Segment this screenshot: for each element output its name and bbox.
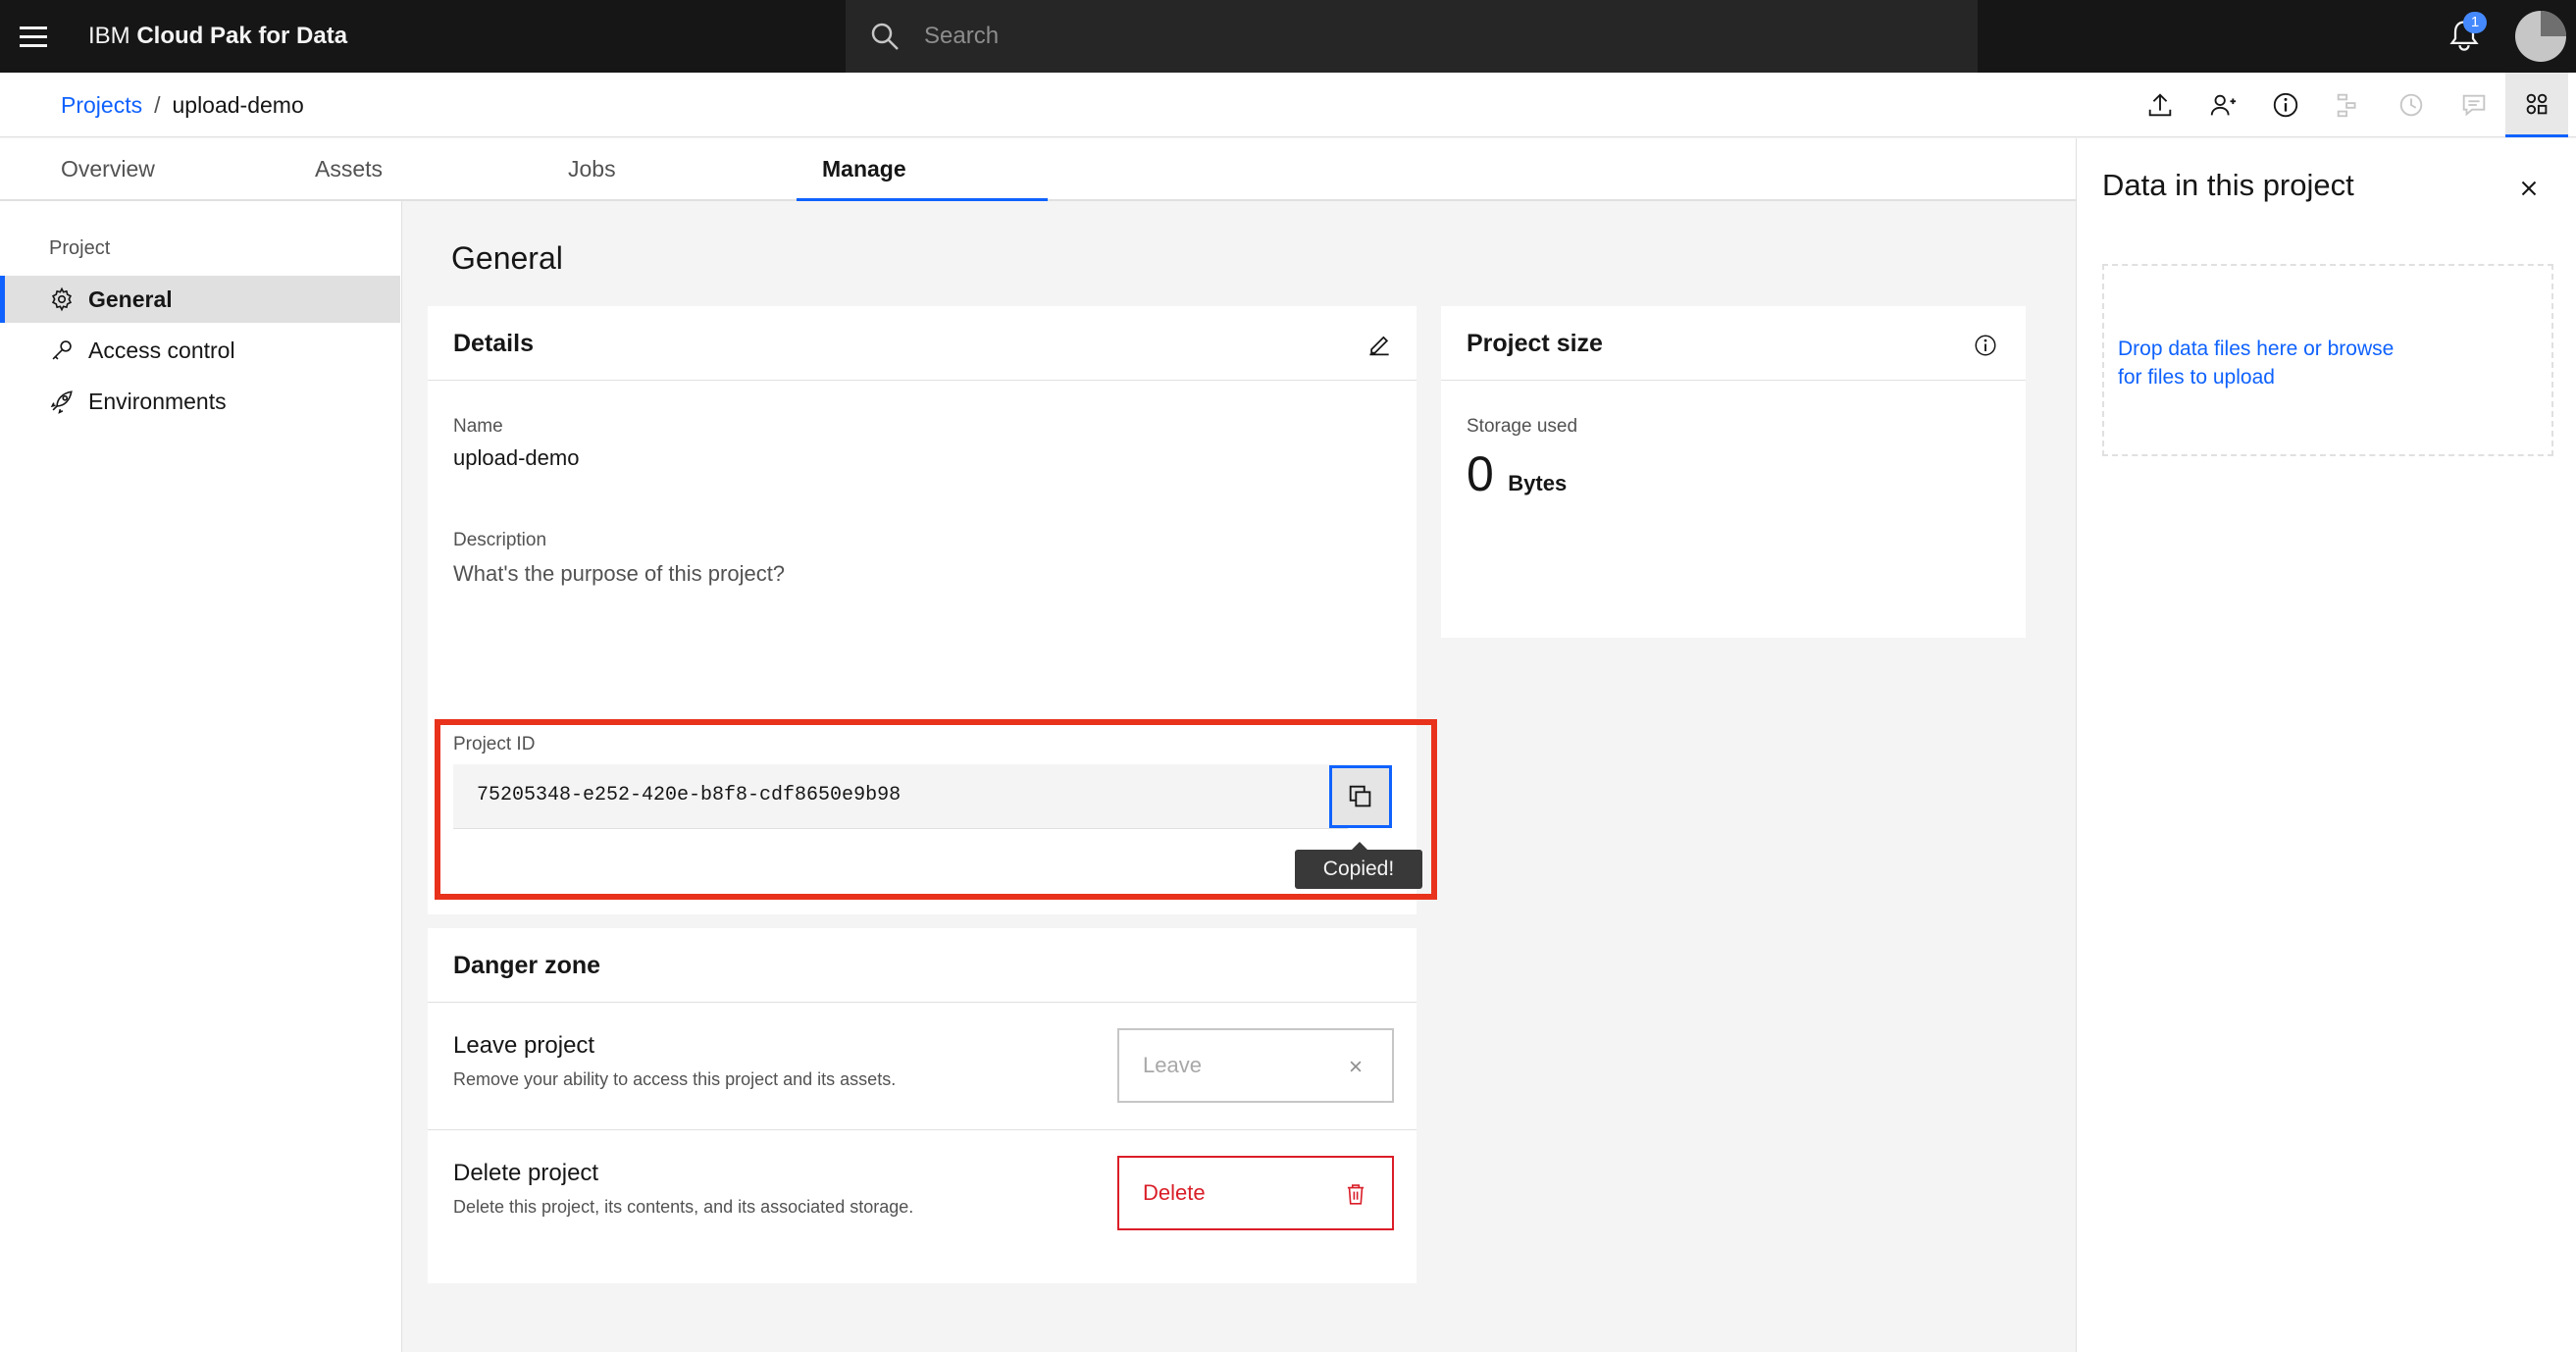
flow-icon[interactable] bbox=[2317, 73, 2380, 137]
panel-title: Data in this project bbox=[2102, 168, 2354, 202]
name-label: Name bbox=[453, 416, 503, 437]
sidebar-item-label: General bbox=[88, 286, 173, 312]
breadcrumb: Projects / upload-demo bbox=[61, 90, 304, 120]
user-avatar[interactable] bbox=[2515, 11, 2566, 62]
gear-icon bbox=[51, 286, 73, 312]
search-input[interactable] bbox=[924, 0, 1944, 73]
project-size-card-header: Project size bbox=[1441, 306, 2026, 381]
danger-zone-card: Danger zone Leave project Remove your ab… bbox=[428, 928, 1417, 1283]
tab-jobs[interactable]: Jobs bbox=[568, 138, 616, 201]
delete-project-title: Delete project bbox=[453, 1160, 599, 1186]
delete-button-label: Delete bbox=[1143, 1180, 1206, 1205]
key-icon bbox=[52, 340, 72, 360]
leave-project-description: Remove your ability to access this proje… bbox=[453, 1069, 897, 1089]
project-toolbar bbox=[2129, 73, 2568, 137]
history-icon[interactable] bbox=[2380, 73, 2443, 137]
close-icon[interactable] bbox=[2516, 176, 2542, 201]
storage-used-unit: Bytes bbox=[1508, 471, 1568, 495]
project-id-value[interactable]: 75205348-e252-420e-b8f8-cdf8650e9b98 bbox=[477, 784, 901, 806]
search-bar[interactable] bbox=[846, 0, 1978, 73]
sidebar-item-general[interactable]: General bbox=[0, 276, 400, 323]
hamburger-menu-icon[interactable] bbox=[20, 20, 53, 53]
breadcrumb-projects-link[interactable]: Projects bbox=[61, 92, 142, 118]
top-header: IBM Cloud Pak for Data 1 bbox=[0, 0, 2576, 73]
notification-badge: 1 bbox=[2463, 12, 2487, 33]
project-size-card: Project size Storage used 0 Bytes bbox=[1441, 306, 2026, 638]
comment-icon[interactable] bbox=[2443, 73, 2505, 137]
sidebar-item-environments[interactable]: Environments bbox=[0, 378, 400, 425]
delete-project-row: Delete project Delete this project, its … bbox=[428, 1130, 1417, 1258]
edit-pencil-icon[interactable] bbox=[1365, 330, 1393, 357]
add-collaborator-icon[interactable] bbox=[2191, 73, 2254, 137]
breadcrumb-current: upload-demo bbox=[172, 92, 304, 118]
tab-assets[interactable]: Assets bbox=[315, 138, 383, 201]
info-icon[interactable] bbox=[1974, 334, 1997, 357]
project-tabs: Overview Assets Jobs Manage bbox=[0, 138, 2076, 201]
storage-used-readout: 0 Bytes bbox=[1467, 445, 1567, 502]
name-value: upload-demo bbox=[453, 445, 580, 470]
data-in-project-panel: Data in this project Drop data files her… bbox=[2076, 138, 2576, 1352]
page-title: General bbox=[451, 240, 563, 276]
delete-button[interactable]: Delete bbox=[1117, 1156, 1394, 1230]
description-value: What's the purpose of this project? bbox=[453, 561, 786, 586]
trash-icon bbox=[1347, 1184, 1365, 1205]
leave-button-label: Leave bbox=[1143, 1053, 1202, 1077]
file-drop-zone[interactable]: Drop data files here or browse for files… bbox=[2102, 264, 2553, 456]
sidebar-item-label: Access control bbox=[88, 337, 235, 363]
leave-project-title: Leave project bbox=[453, 1032, 595, 1059]
info-icon[interactable] bbox=[2254, 73, 2317, 137]
tab-manage[interactable]: Manage bbox=[797, 138, 1048, 201]
data-panel-icon[interactable] bbox=[2505, 73, 2568, 137]
breadcrumb-bar: Projects / upload-demo bbox=[0, 73, 2576, 137]
upload-icon[interactable] bbox=[2129, 73, 2191, 137]
project-id-label: Project ID bbox=[453, 734, 536, 754]
copied-tooltip: Copied! bbox=[1295, 842, 1422, 889]
storage-used-value: 0 bbox=[1467, 446, 1494, 501]
copy-project-id-button[interactable] bbox=[1329, 765, 1392, 828]
details-title: Details bbox=[453, 330, 534, 357]
close-icon bbox=[1350, 1061, 1362, 1072]
search-icon bbox=[871, 23, 899, 50]
leave-project-row: Leave project Remove your ability to acc… bbox=[428, 1003, 1417, 1130]
tab-overview[interactable]: Overview bbox=[61, 138, 155, 201]
delete-project-description: Delete this project, its contents, and i… bbox=[453, 1197, 914, 1217]
leave-button[interactable]: Leave bbox=[1117, 1028, 1394, 1103]
manage-sidebar: Project General Access control Environme… bbox=[0, 201, 402, 1352]
project-size-title: Project size bbox=[1467, 330, 1603, 357]
drop-zone-text[interactable]: Drop data files here or browse for files… bbox=[2118, 335, 2412, 391]
rocket-icon bbox=[50, 390, 73, 414]
breadcrumb-separator: / bbox=[154, 92, 161, 118]
storage-used-label: Storage used bbox=[1467, 416, 1578, 437]
sidebar-item-access-control[interactable]: Access control bbox=[0, 327, 400, 374]
product-name[interactable]: IBM Cloud Pak for Data bbox=[88, 22, 347, 51]
danger-zone-header: Danger zone bbox=[428, 928, 1417, 1003]
description-label: Description bbox=[453, 530, 547, 550]
sidebar-item-label: Environments bbox=[88, 388, 227, 414]
sidebar-section-label: Project bbox=[49, 237, 111, 259]
copy-icon bbox=[1349, 785, 1371, 807]
project-id-field[interactable]: 75205348-e252-420e-b8f8-cdf8650e9b98 bbox=[453, 764, 1348, 829]
danger-zone-title: Danger zone bbox=[453, 952, 601, 979]
details-card-header: Details bbox=[428, 306, 1417, 381]
